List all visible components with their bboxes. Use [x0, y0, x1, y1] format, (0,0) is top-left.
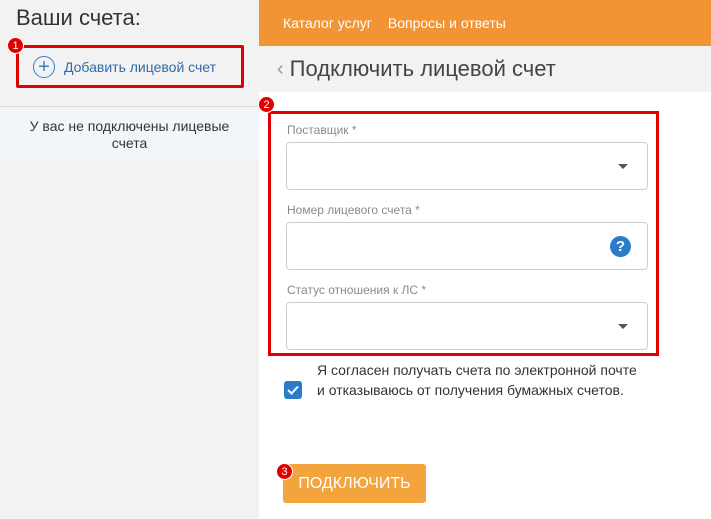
nav-item-faq[interactable]: Вопросы и ответы [388, 15, 506, 31]
no-accounts-message: У вас не подключены лицевые счета [0, 107, 259, 160]
caret-down-icon [618, 324, 628, 329]
supplier-label: Поставщик * [287, 123, 357, 137]
sidebar-title: Ваши счета: [16, 5, 141, 30]
add-account-label: Добавить лицевой счет [64, 58, 217, 75]
checkmark-icon [287, 385, 299, 395]
page-title: Подключить лицевой счет [289, 56, 556, 81]
chevron-left-icon[interactable]: ‹ [277, 58, 284, 81]
relation-status-select[interactable] [286, 302, 648, 350]
annotation-badge-3: 3 [276, 463, 293, 480]
annotation-badge-1: 1 [7, 37, 24, 54]
annotation-badge-2: 2 [258, 96, 275, 113]
top-navigation: Каталог услуг Вопросы и ответы [259, 0, 711, 46]
caret-down-icon [618, 164, 628, 169]
agree-checkbox[interactable] [284, 381, 302, 399]
nav-item-services-catalog[interactable]: Каталог услуг [283, 15, 372, 31]
accounts-sidebar: Ваши счета: + Добавить лицевой счет У ва… [0, 0, 259, 519]
connect-button[interactable]: ПОДКЛЮЧИТЬ [283, 464, 426, 503]
account-number-label: Номер лицевого счета * [287, 203, 420, 217]
plus-circle-icon: + [33, 55, 55, 78]
agree-text: Я согласен получать счета по электронной… [317, 362, 637, 398]
connect-account-form: Поставщик * Номер лицевого счета * ? Ста… [268, 111, 659, 356]
page-header: ‹ Подключить лицевой счет [259, 46, 711, 92]
account-number-input[interactable]: ? [286, 222, 648, 270]
add-account-button[interactable]: + Добавить лицевой счет [16, 45, 244, 88]
relation-status-label: Статус отношения к ЛС * [287, 283, 427, 297]
supplier-select[interactable] [286, 142, 648, 190]
help-icon[interactable]: ? [610, 236, 631, 257]
